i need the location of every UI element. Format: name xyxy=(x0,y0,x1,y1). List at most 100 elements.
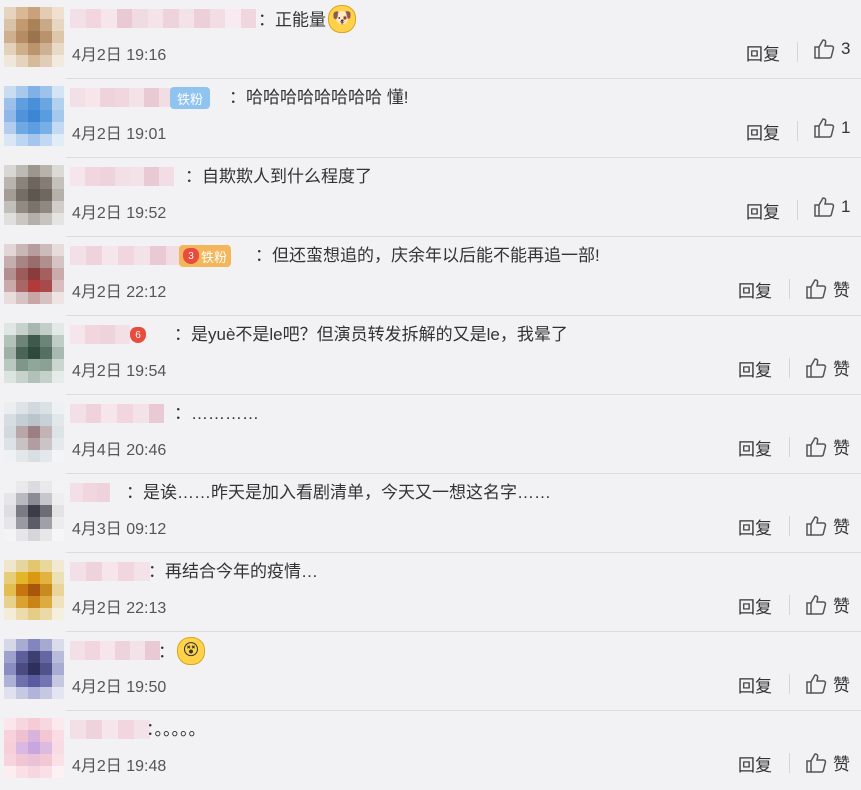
comment-text: ：………… xyxy=(174,402,259,426)
thumbs-up-icon xyxy=(805,673,827,694)
like-label: 赞 xyxy=(833,439,850,458)
avatar[interactable] xyxy=(4,481,64,541)
comment-text-content: ：但还蛮想追的，庆余年以后能不能再追一部! xyxy=(255,246,600,265)
username-redacted[interactable] xyxy=(70,325,130,344)
like-button[interactable]: 赞 xyxy=(805,355,850,380)
username-redacted[interactable] xyxy=(70,641,160,660)
like-label: 赞 xyxy=(833,281,850,300)
avatar[interactable] xyxy=(4,639,64,699)
comment-text-content: ：………… xyxy=(174,404,259,423)
comment-text-content: ：是yuè不是le吧？但演员转发拆解的又是le，我晕了 xyxy=(174,325,568,344)
reply-button[interactable]: 回复 xyxy=(738,435,772,460)
comment-item: ：。。。。。 4月2日 19:48 回复 赞 xyxy=(0,711,861,790)
avatar[interactable] xyxy=(4,323,64,383)
comment-text: ：再结合今年的疫情… xyxy=(148,560,318,584)
username-redacted[interactable] xyxy=(70,404,180,423)
like-label: 赞 xyxy=(833,518,850,537)
divider xyxy=(789,595,790,615)
divider xyxy=(789,674,790,694)
comment-text: ：是诶……昨天是加入看剧清单，今天又一想这名字…… xyxy=(126,481,551,505)
like-count: 1 xyxy=(841,197,851,216)
avatar[interactable] xyxy=(4,402,64,462)
like-button[interactable]: 1 xyxy=(813,197,850,217)
comment-item: 铁粉 ：哈哈哈哈哈哈哈哈 懂! 4月2日 19:01 回复 1 xyxy=(0,79,861,158)
like-button[interactable]: 1 xyxy=(813,118,850,138)
thumbs-up-icon xyxy=(805,278,827,299)
divider xyxy=(789,358,790,378)
comment-text: ：是yuè不是le吧？但演员转发拆解的又是le，我晕了 xyxy=(174,323,568,347)
username-redacted[interactable] xyxy=(70,562,150,581)
username-redacted[interactable] xyxy=(70,720,150,739)
like-button[interactable]: 赞 xyxy=(805,592,850,617)
thumbs-up-icon xyxy=(805,436,827,457)
comment-item: ：自欺欺人到什么程度了 4月2日 19:52 回复 1 xyxy=(0,158,861,237)
like-label: 赞 xyxy=(833,755,850,774)
like-label: 赞 xyxy=(833,597,850,616)
comment-item: ：正能量 🐶 4月2日 19:16 回复 3 xyxy=(0,0,861,79)
reply-button[interactable]: 回复 xyxy=(738,751,772,776)
comment-timestamp: 4月2日 19:16 xyxy=(72,47,167,64)
level-icon: 6 xyxy=(130,327,146,343)
username-redacted[interactable] xyxy=(70,167,174,186)
avatar[interactable] xyxy=(4,560,64,620)
reply-button[interactable]: 回复 xyxy=(738,356,772,381)
avatar[interactable] xyxy=(4,244,64,304)
comment-text-content: ：。。。。。 xyxy=(146,720,206,739)
username-redacted[interactable] xyxy=(70,9,256,28)
comment-text-content: ： xyxy=(158,642,175,662)
reply-button[interactable]: 回复 xyxy=(738,593,772,618)
comment-timestamp: 4月4日 20:46 xyxy=(72,442,167,459)
thumbs-up-icon xyxy=(813,118,835,138)
comment-timestamp: 4月2日 19:48 xyxy=(72,758,167,775)
divider xyxy=(797,42,798,62)
avatar[interactable] xyxy=(4,165,64,225)
comment-timestamp: 4月2日 19:01 xyxy=(72,126,167,143)
comment-item: ： 😵 4月2日 19:50 回复 赞 xyxy=(0,632,861,711)
reply-button[interactable]: 回复 xyxy=(738,277,772,302)
like-button[interactable]: 3 xyxy=(813,39,850,59)
comment-text: ：哈哈哈哈哈哈哈哈 懂! xyxy=(229,86,408,110)
username-redacted[interactable] xyxy=(70,483,110,502)
username-redacted[interactable] xyxy=(70,246,182,265)
avatar[interactable] xyxy=(4,86,64,146)
fan-level-badge: 6 xyxy=(130,324,148,346)
divider xyxy=(789,279,790,299)
comment-item: ：再结合今年的疫情… 4月2日 22:13 回复 赞 xyxy=(0,553,861,632)
comment-text-content: ：哈哈哈哈哈哈哈哈 懂! xyxy=(229,88,409,107)
avatar[interactable] xyxy=(4,7,64,67)
comment-timestamp: 4月2日 19:52 xyxy=(72,205,167,222)
thumbs-up-icon xyxy=(805,357,827,378)
username-redacted[interactable] xyxy=(70,88,174,107)
like-button[interactable]: 赞 xyxy=(805,276,850,301)
like-button[interactable]: 赞 xyxy=(805,750,850,775)
thumbs-up-icon xyxy=(805,594,827,615)
like-label: 赞 xyxy=(833,360,850,379)
reply-button[interactable]: 回复 xyxy=(746,198,780,223)
thumbs-up-icon xyxy=(813,197,835,217)
comment-text-content: ：再结合今年的疫情… xyxy=(148,562,318,581)
like-count: 3 xyxy=(841,39,851,58)
comment-timestamp: 4月2日 22:13 xyxy=(72,600,167,617)
reply-button[interactable]: 回复 xyxy=(746,119,780,144)
level-icon: 3 xyxy=(183,248,199,264)
comment-list: ：正能量 🐶 4月2日 19:16 回复 3 铁粉 ：哈哈哈哈哈哈哈哈 懂! 4月2日 19:… xyxy=(0,0,861,778)
comment-item: ：是诶……昨天是加入看剧清单，今天又一想这名字…… 4月3日 09:12 回复 赞 xyxy=(0,474,861,553)
divider xyxy=(789,753,790,773)
dizzy-emoji-icon: 😵 xyxy=(177,637,205,665)
like-button[interactable]: 赞 xyxy=(805,671,850,696)
thumbs-up-icon xyxy=(805,752,827,773)
like-label: 赞 xyxy=(833,676,850,695)
doge-emoji-icon: 🐶 xyxy=(328,5,356,33)
like-button[interactable]: 赞 xyxy=(805,434,850,459)
thumbs-up-icon xyxy=(805,515,827,536)
reply-button[interactable]: 回复 xyxy=(746,40,780,65)
avatar[interactable] xyxy=(4,718,64,778)
reply-button[interactable]: 回复 xyxy=(738,514,772,539)
divider xyxy=(797,200,798,220)
like-count: 1 xyxy=(841,118,851,137)
divider xyxy=(797,121,798,141)
fan-level-badge: 3 铁粉 xyxy=(179,245,232,267)
comment-text: ：自欺欺人到什么程度了 xyxy=(185,165,372,189)
like-button[interactable]: 赞 xyxy=(805,513,850,538)
reply-button[interactable]: 回复 xyxy=(738,672,772,697)
